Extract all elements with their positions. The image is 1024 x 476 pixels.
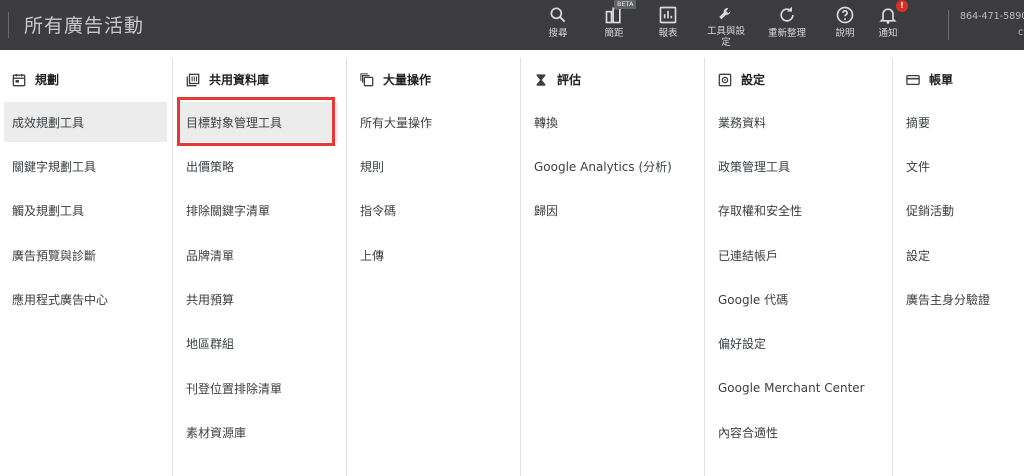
shared-library-heading-label: 共用資料庫	[209, 73, 270, 87]
shared-library-column: 共用資料庫 目標對象管理工具 出價策略 排除關鍵字清單 品牌清單 共用預算 地區…	[172, 50, 346, 476]
settings-icon	[718, 73, 732, 86]
measurement-heading-label: 評估	[557, 73, 582, 87]
menu-item-content-suitability[interactable]: 內容合適性	[718, 412, 778, 452]
bulk-actions-column: 大量操作 所有大量操作 規則 指令碼 上傳	[346, 50, 520, 476]
account-name[interactable]: c	[1018, 27, 1023, 38]
refresh-label: 重新整理	[768, 28, 807, 39]
bulk-actions-heading-label: 大量操作	[383, 73, 432, 87]
menu-item-billing-settings[interactable]: 設定	[906, 235, 930, 275]
reports-label: 報表	[658, 28, 678, 39]
menu-item-rules[interactable]: 規則	[360, 146, 384, 186]
menu-item-performance-planner[interactable]: 成效規劃工具	[4, 102, 167, 142]
menu-item-documents[interactable]: 文件	[906, 146, 930, 186]
search-label: 搜尋	[548, 28, 568, 39]
tools-settings-button[interactable]: 工具與設定	[704, 4, 748, 48]
menu-item-audience-manager[interactable]: 目標對象管理工具	[178, 102, 338, 142]
calendar-icon	[12, 73, 26, 86]
menu-item-promotions[interactable]: 促銷活動	[906, 190, 954, 230]
menu-item-policy-manager[interactable]: 政策管理工具	[718, 146, 790, 186]
divider	[8, 12, 9, 38]
bulk-actions-icon	[360, 72, 374, 86]
menu-item-bid-strategies[interactable]: 出價策略	[186, 146, 234, 186]
page-title: 所有廣告活動	[24, 15, 145, 37]
menu-item-google-merchant-center[interactable]: Google Merchant Center	[718, 368, 865, 408]
menu-item-location-groups[interactable]: 地區群組	[186, 323, 234, 363]
wrench-icon	[719, 7, 731, 20]
menu-item-access-and-security[interactable]: 存取權和安全性	[718, 190, 802, 230]
tools-settings-label: 工具與設定	[706, 26, 745, 48]
menu-item-all-bulk-actions[interactable]: 所有大量操作	[360, 102, 432, 142]
measurement-column: 評估 轉換 Google Analytics (分析) 歸因	[520, 50, 704, 476]
setup-heading-label: 設定	[741, 73, 766, 87]
menu-item-preferences[interactable]: 偏好設定	[718, 323, 766, 363]
menu-item-google-tag[interactable]: Google 代碼	[718, 279, 788, 319]
top-app-bar: 所有廣告活動 搜尋 簡距 BETA 報表 工具與設定 重新整理 說明 通知 ! …	[0, 0, 1024, 50]
beta-badge: BETA	[614, 0, 637, 9]
menu-item-ad-preview[interactable]: 廣告預覽與診斷	[12, 235, 96, 275]
library-icon	[186, 73, 200, 86]
help-label: 說明	[835, 28, 855, 39]
bulk-actions-heading: 大量操作	[360, 71, 431, 88]
menu-item-conversions[interactable]: 轉換	[534, 102, 558, 142]
hourglass-icon	[536, 73, 546, 86]
setup-column: 設定 業務資料 政策管理工具 存取權和安全性 已連結帳戶 Google 代碼 偏…	[704, 50, 892, 476]
notifications-button[interactable]: 通知	[878, 4, 898, 48]
menu-item-shared-budgets[interactable]: 共用預算	[186, 279, 234, 319]
planning-heading-label: 規劃	[35, 73, 60, 87]
shared-library-heading: 共用資料庫	[186, 71, 269, 88]
notification-badge: !	[896, 0, 908, 12]
reports-icon	[659, 6, 677, 24]
menu-item-placement-exclusion-lists[interactable]: 刊登位置排除清單	[186, 368, 282, 408]
refresh-button[interactable]: 重新整理	[768, 4, 806, 48]
notifications-label: 通知	[878, 28, 898, 39]
menu-item-keyword-planner[interactable]: 關鍵字規劃工具	[12, 146, 96, 186]
search-button[interactable]: 搜尋	[548, 4, 568, 48]
planning-column: 規劃 成效規劃工具 關鍵字規劃工具 觸及規劃工具 廣告預覽與診斷 應用程式廣告中…	[0, 50, 170, 476]
search-icon	[550, 7, 566, 23]
insights-label: 簡距	[604, 28, 624, 39]
help-button[interactable]: 說明	[835, 4, 855, 48]
billing-card-icon	[906, 74, 920, 85]
reports-button[interactable]: 報表	[658, 4, 678, 48]
menu-item-business-data[interactable]: 業務資料	[718, 102, 766, 142]
menu-item-advertiser-verification[interactable]: 廣告主身分驗證	[906, 279, 990, 319]
menu-item-negative-keyword-lists[interactable]: 排除關鍵字清單	[186, 190, 270, 230]
insights-button[interactable]: 簡距	[604, 4, 624, 48]
billing-heading: 帳單	[906, 71, 953, 88]
setup-heading: 設定	[718, 71, 765, 88]
billing-heading-label: 帳單	[929, 73, 954, 87]
bell-icon	[879, 8, 897, 24]
help-icon	[836, 6, 854, 24]
planning-heading: 規劃	[12, 71, 59, 88]
measurement-heading: 評估	[534, 71, 581, 88]
menu-item-asset-library[interactable]: 素材資源庫	[186, 412, 246, 452]
menu-item-brand-lists[interactable]: 品牌清單	[186, 235, 234, 275]
menu-item-uploads[interactable]: 上傳	[360, 235, 384, 275]
menu-item-google-analytics[interactable]: Google Analytics (分析)	[534, 146, 672, 186]
refresh-icon	[780, 6, 794, 22]
menu-item-attribution[interactable]: 歸因	[534, 190, 558, 230]
menu-item-billing-summary[interactable]: 摘要	[906, 102, 930, 142]
menu-item-app-advertising-hub[interactable]: 應用程式廣告中心	[12, 279, 108, 319]
account-id[interactable]: 864-471-5890	[960, 11, 1024, 22]
menu-item-linked-accounts[interactable]: 已連結帳戶	[718, 235, 778, 275]
divider	[948, 10, 949, 40]
menu-item-reach-planner[interactable]: 觸及規劃工具	[12, 190, 84, 230]
menu-item-scripts[interactable]: 指令碼	[360, 190, 396, 230]
billing-column: 帳單 摘要 文件 促銷活動 設定 廣告主身分驗證	[892, 50, 1024, 476]
